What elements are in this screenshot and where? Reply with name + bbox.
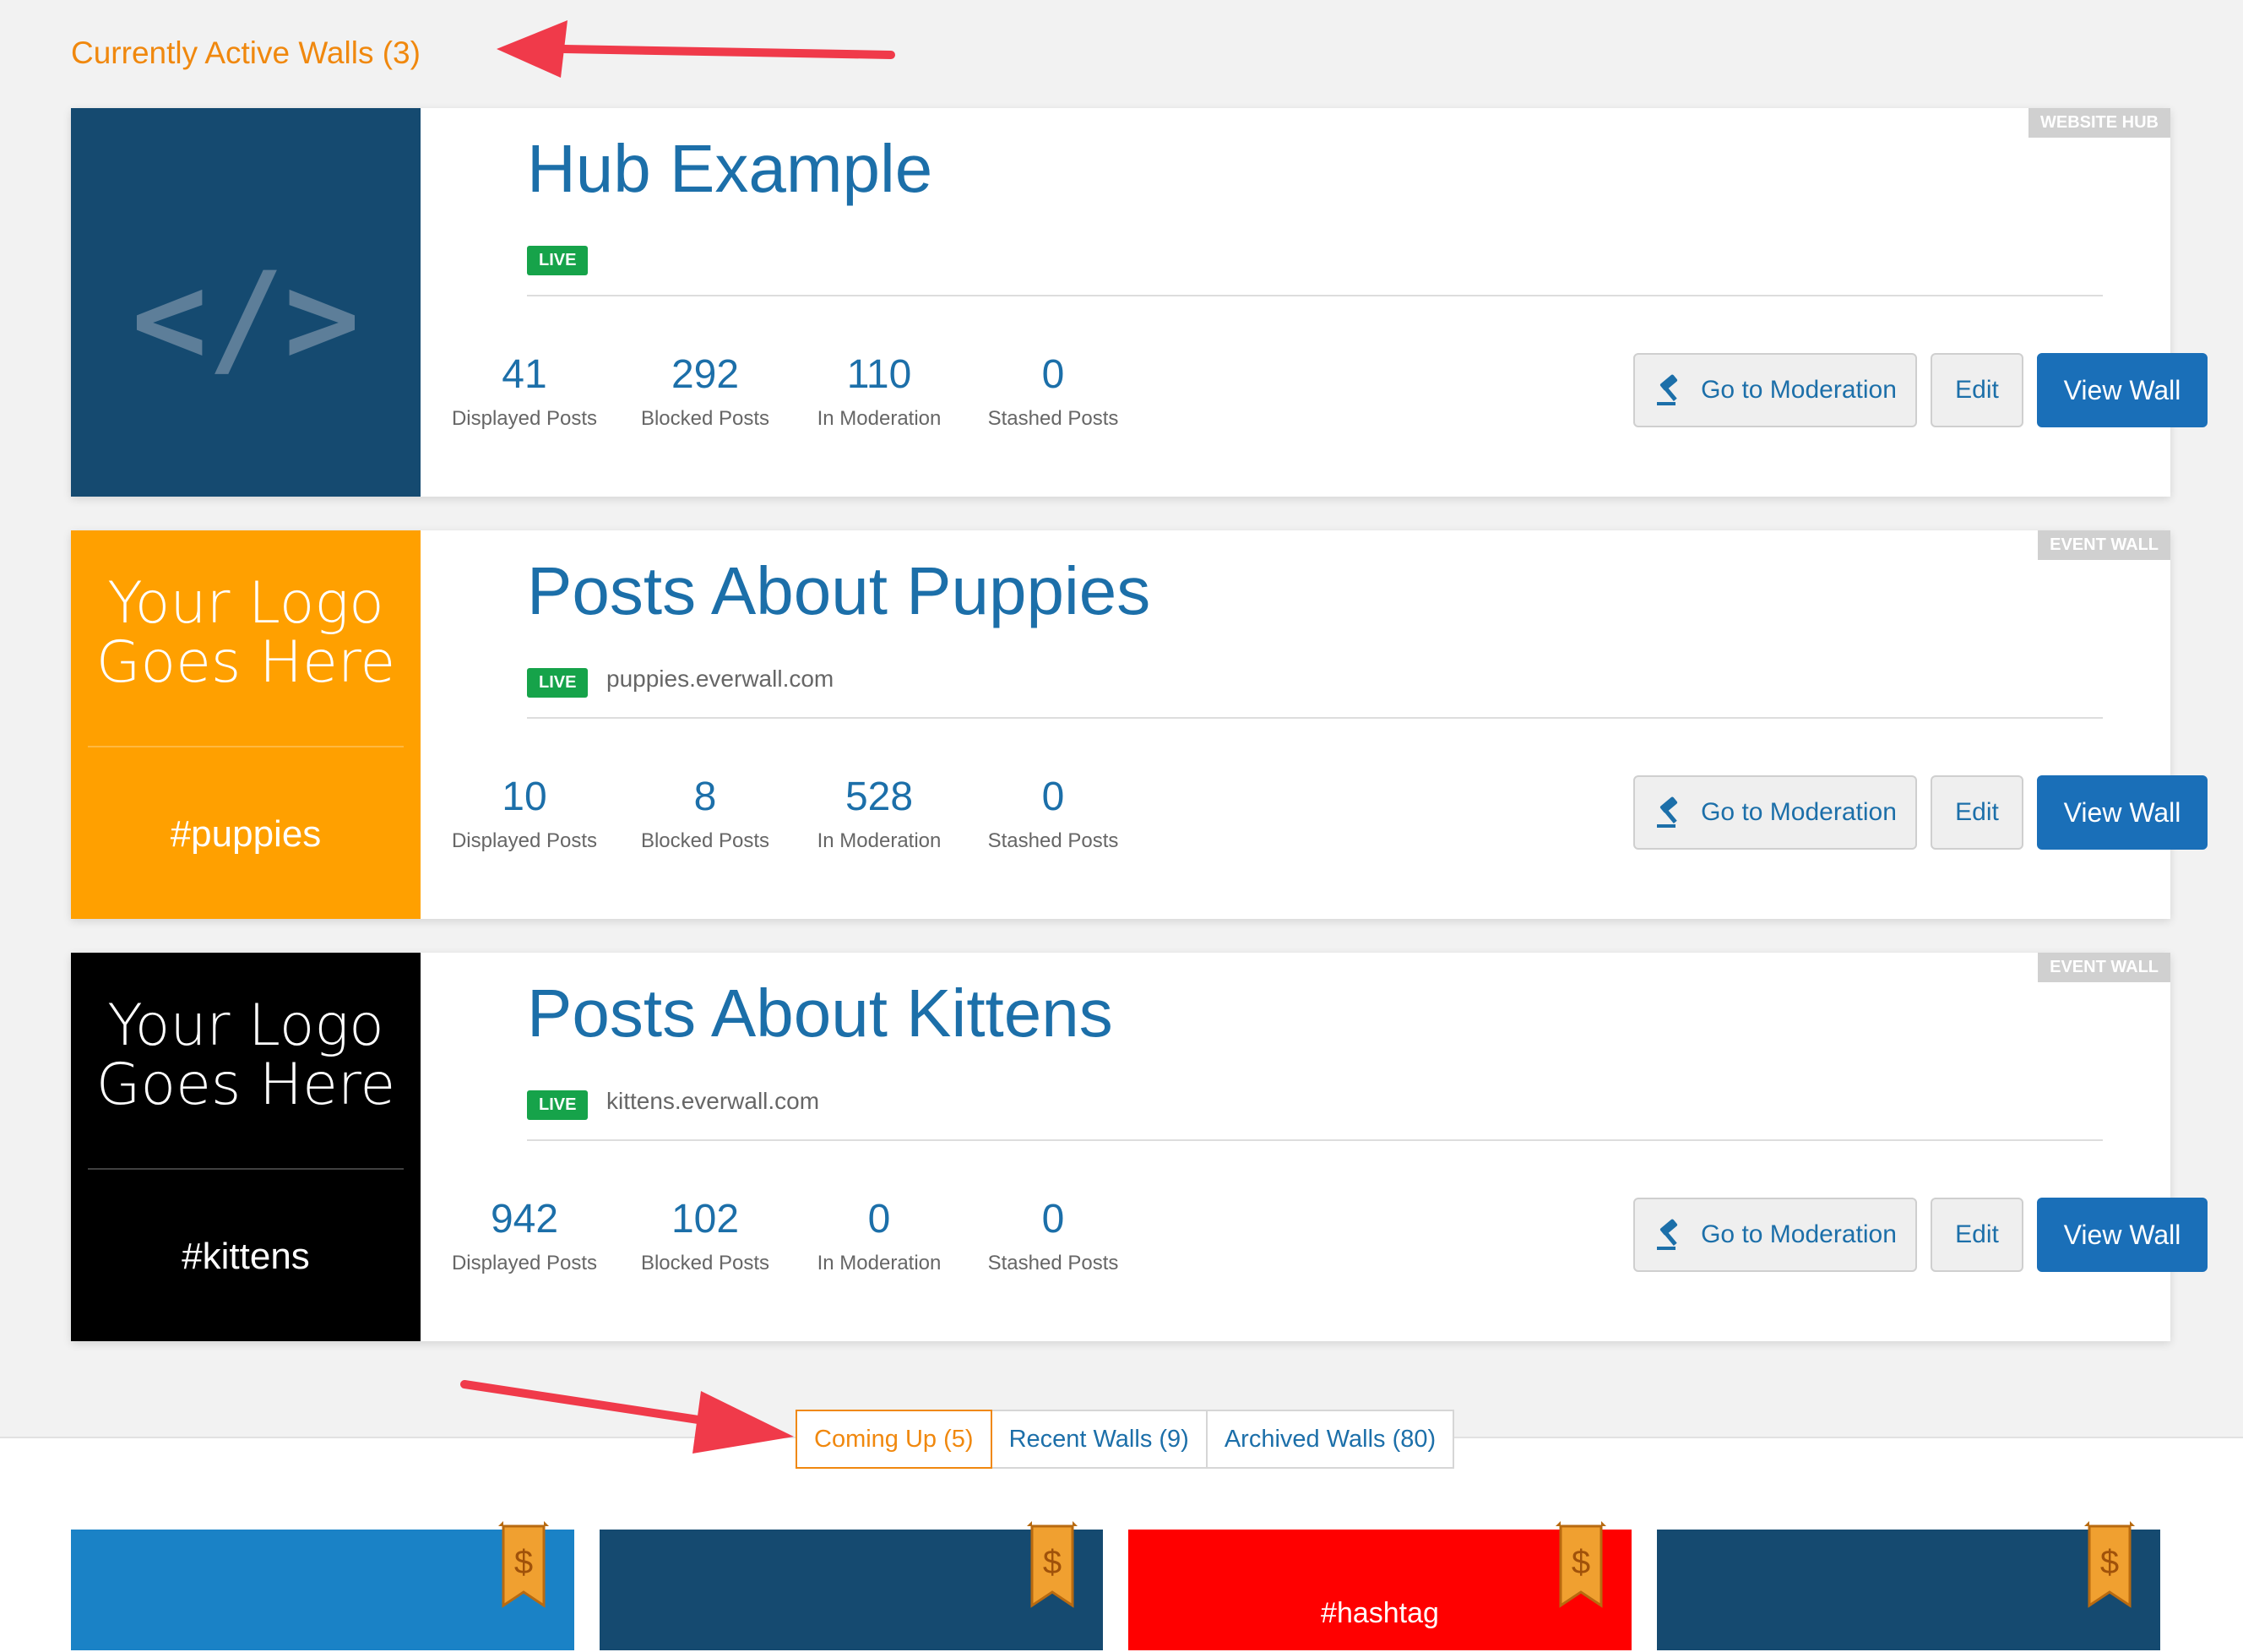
- stat-label: In Moderation: [817, 407, 942, 430]
- stat-value: 528: [845, 774, 914, 819]
- stat-label: Blocked Posts: [640, 1252, 770, 1274]
- wall-card-posts-about-puppies: Your Logo Goes Here #puppies EVENT WALL …: [71, 530, 2208, 919]
- dollar-ribbon-icon: $: [1027, 1521, 1078, 1608]
- view-wall-button[interactable]: View Wall: [2037, 775, 2208, 850]
- stat-label: Blocked Posts: [640, 829, 770, 852]
- stat-value: 41: [502, 352, 547, 397]
- stat-displayed-posts: 41 Displayed Posts: [427, 351, 622, 431]
- svg-text:$: $: [1572, 1544, 1590, 1581]
- wall-title[interactable]: Posts About Puppies: [527, 552, 1150, 630]
- view-wall-button[interactable]: View Wall: [2037, 353, 2208, 427]
- tab-recent-walls[interactable]: Recent Walls (9): [990, 1410, 1208, 1469]
- view-wall-button[interactable]: View Wall: [2037, 1198, 2208, 1272]
- walls-tab-bar: Coming Up (5) Recent Walls (9) Archived …: [796, 1410, 1455, 1469]
- svg-text:$: $: [514, 1544, 533, 1581]
- annotation-arrow-top: [497, 20, 895, 78]
- live-status-badge: LIVE: [527, 668, 589, 698]
- stat-blocked-posts: 102 Blocked Posts: [608, 1196, 802, 1275]
- dollar-ribbon-icon: $: [2084, 1521, 2135, 1608]
- live-status-badge: LIVE: [527, 246, 589, 275]
- tab-archived-walls[interactable]: Archived Walls (80): [1205, 1410, 1455, 1469]
- logo-hashtag: #kittens: [182, 1236, 310, 1277]
- svg-text:$: $: [1043, 1544, 1062, 1581]
- stat-value: 10: [502, 774, 547, 819]
- go-to-moderation-label: Go to Moderation: [1701, 798, 1897, 826]
- stat-value: 0: [1041, 1197, 1065, 1242]
- annotation-arrow-bottom: [460, 1380, 794, 1454]
- upcoming-wall-card[interactable]: $: [1657, 1521, 2160, 1650]
- logo-line-2: Goes Here: [95, 1052, 396, 1118]
- logo-placeholder-text: Your Logo Goes Here: [71, 574, 421, 693]
- wall-title[interactable]: Hub Example: [527, 130, 932, 208]
- upcoming-wall-card[interactable]: $ #hashtag: [1128, 1521, 1632, 1650]
- stat-in-moderation: 0 In Moderation: [782, 1196, 976, 1275]
- stat-value: 292: [671, 352, 740, 397]
- stat-label: Stashed Posts: [987, 407, 1119, 430]
- logo-line-2: Goes Here: [95, 629, 396, 696]
- upcoming-wall-card[interactable]: $: [71, 1521, 574, 1650]
- logo-line-1: Your Logo: [107, 992, 384, 1059]
- stat-stashed-posts: 0 Stashed Posts: [956, 351, 1150, 431]
- wall-card-hub-example: </> WEBSITE HUB Hub Example LIVE 41 Disp…: [71, 108, 2208, 497]
- live-status-badge: LIVE: [527, 1090, 589, 1120]
- stat-value: 110: [846, 352, 912, 397]
- stat-value: 0: [1041, 774, 1065, 819]
- card-divider: [527, 717, 2103, 719]
- svg-text:$: $: [2100, 1544, 2119, 1581]
- logo-line-1: Your Logo: [107, 570, 384, 637]
- logo-hashtag: #puppies: [170, 813, 322, 855]
- stat-value: 0: [1041, 352, 1065, 397]
- stat-stashed-posts: 0 Stashed Posts: [956, 1196, 1150, 1275]
- stat-label: In Moderation: [817, 1252, 942, 1274]
- code-icon: </>: [131, 246, 361, 393]
- go-to-moderation-label: Go to Moderation: [1701, 1220, 1897, 1248]
- edit-button[interactable]: Edit: [1931, 1198, 2023, 1272]
- logo-placeholder-text: Your Logo Goes Here: [71, 997, 421, 1115]
- card-divider: [527, 295, 2103, 296]
- edit-button[interactable]: Edit: [1931, 353, 2023, 427]
- card-divider: [527, 1139, 2103, 1141]
- logo-divider: [88, 1168, 404, 1170]
- stat-stashed-posts: 0 Stashed Posts: [956, 774, 1150, 853]
- gavel-icon: [1657, 374, 1678, 405]
- stat-label: Displayed Posts: [451, 407, 598, 430]
- stat-value: 0: [867, 1197, 891, 1242]
- upcoming-hashtag: #hashtag: [1321, 1597, 1439, 1629]
- go-to-moderation-button[interactable]: Go to Moderation: [1633, 1198, 1917, 1272]
- gavel-icon: [1657, 796, 1678, 828]
- wall-card-posts-about-kittens: Your Logo Goes Here #kittens EVENT WALL …: [71, 953, 2208, 1341]
- wall-url-link[interactable]: kittens.everwall.com: [606, 1088, 819, 1115]
- stat-blocked-posts: 292 Blocked Posts: [608, 351, 802, 431]
- stat-displayed-posts: 10 Displayed Posts: [427, 774, 622, 853]
- stat-label: In Moderation: [817, 829, 942, 852]
- stat-label: Stashed Posts: [987, 829, 1119, 852]
- wall-logo[interactable]: </>: [71, 108, 421, 497]
- wall-url-link[interactable]: puppies.everwall.com: [606, 666, 834, 693]
- stat-label: Displayed Posts: [451, 829, 598, 852]
- logo-divider: [88, 746, 404, 747]
- stat-value: 8: [693, 774, 717, 819]
- wall-title[interactable]: Posts About Kittens: [527, 975, 1113, 1052]
- edit-button[interactable]: Edit: [1931, 775, 2023, 850]
- stat-label: Blocked Posts: [640, 407, 770, 430]
- dollar-ribbon-icon: $: [498, 1521, 549, 1608]
- stat-blocked-posts: 8 Blocked Posts: [608, 774, 802, 853]
- stat-value: 942: [490, 1197, 559, 1242]
- wall-logo[interactable]: Your Logo Goes Here #puppies: [71, 530, 421, 919]
- stat-in-moderation: 110 In Moderation: [782, 351, 976, 431]
- gavel-icon: [1657, 1219, 1678, 1250]
- stat-value: 102: [671, 1197, 740, 1242]
- stat-label: Stashed Posts: [987, 1252, 1119, 1274]
- go-to-moderation-label: Go to Moderation: [1701, 376, 1897, 404]
- stat-label: Displayed Posts: [451, 1252, 598, 1274]
- tab-coming-up[interactable]: Coming Up (5): [796, 1410, 992, 1469]
- wall-logo[interactable]: Your Logo Goes Here #kittens: [71, 953, 421, 1341]
- go-to-moderation-button[interactable]: Go to Moderation: [1633, 353, 1917, 427]
- upcoming-wall-card[interactable]: $: [600, 1521, 1103, 1650]
- go-to-moderation-button[interactable]: Go to Moderation: [1633, 775, 1917, 850]
- stat-in-moderation: 528 In Moderation: [782, 774, 976, 853]
- stat-displayed-posts: 942 Displayed Posts: [427, 1196, 622, 1275]
- section-title: Currently Active Walls (3): [71, 35, 421, 70]
